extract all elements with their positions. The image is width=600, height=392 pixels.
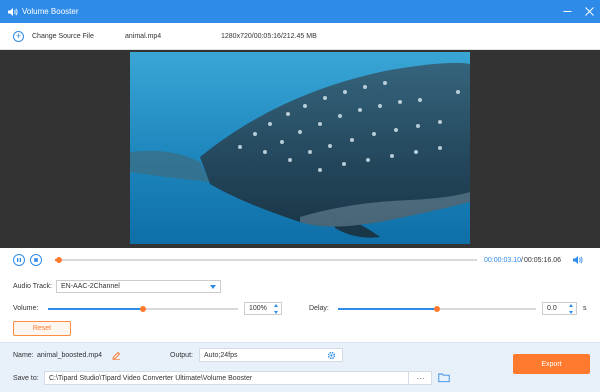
reset-button[interactable]: Reset <box>13 321 71 336</box>
pause-icon[interactable] <box>13 254 25 266</box>
minimize-icon[interactable] <box>562 7 572 17</box>
change-source-button[interactable]: + Change Source File <box>13 30 94 42</box>
volume-slider[interactable] <box>48 306 238 312</box>
name-label: Name: <box>13 352 34 359</box>
delay-value: 0.0 <box>547 305 557 312</box>
whale-shark-frame <box>130 52 470 244</box>
volume-stepper[interactable]: 100% <box>244 302 282 315</box>
audio-track-select[interactable]: EN-AAC-2Channel <box>56 280 221 293</box>
delay-label: Delay: <box>309 305 329 312</box>
progress-bar[interactable] <box>55 257 477 263</box>
audio-track-value: EN-AAC-2Channel <box>61 283 120 290</box>
progress-thumb[interactable] <box>56 257 63 263</box>
folder-icon[interactable] <box>438 372 450 383</box>
delay-slider-thumb[interactable] <box>434 306 440 312</box>
volume-label: Volume: <box>13 305 39 312</box>
browse-button[interactable]: ··· <box>408 372 432 384</box>
speaker-icon <box>6 6 18 18</box>
delay-spin[interactable] <box>568 304 574 314</box>
output-format-field[interactable]: Auto;24fps <box>199 348 343 362</box>
volume-spin[interactable] <box>273 304 279 314</box>
change-source-label: Change Source File <box>32 32 94 40</box>
preview-area <box>0 50 600 248</box>
edit-icon[interactable] <box>112 351 121 360</box>
output-label: Output: <box>170 352 193 359</box>
delay-slider[interactable] <box>338 306 536 312</box>
title-bar: Volume Booster <box>0 0 600 23</box>
volume-slider-thumb[interactable] <box>140 306 146 312</box>
plus-icon: + <box>13 30 24 42</box>
output-bar: Name: animal_boosted.mp4 Output: Auto;24… <box>0 342 600 392</box>
stop-icon[interactable] <box>30 254 42 266</box>
toolbar: + Change Source File animal.mp4 1280x720… <box>0 23 600 50</box>
close-icon[interactable] <box>584 7 594 17</box>
volume-slider-fill <box>48 308 143 310</box>
delay-unit: s <box>583 305 587 312</box>
delay-stepper[interactable]: 0.0 <box>542 302 577 315</box>
audio-track-label: Audio Track: <box>13 283 52 290</box>
delay-slider-fill <box>338 308 437 310</box>
window-title: Volume Booster <box>22 7 79 16</box>
source-file-name: animal.mp4 <box>125 32 162 40</box>
gear-icon[interactable] <box>327 351 336 360</box>
save-path-value: C:\Tipard Studio\Tipard Video Converter … <box>49 374 253 382</box>
chevron-down-icon <box>210 285 216 289</box>
time-separator: / <box>521 257 523 264</box>
audio-settings: Audio Track: EN-AAC-2Channel Volume: 100… <box>0 272 600 342</box>
current-time: 00:00:03.10 <box>484 257 521 264</box>
volume-value: 100% <box>249 305 267 312</box>
total-time: 00:05:16.06 <box>524 257 561 264</box>
volume-icon[interactable] <box>572 255 583 265</box>
export-button[interactable]: Export <box>513 354 590 374</box>
output-file-name: animal_boosted.mp4 <box>37 352 102 359</box>
output-format-value: Auto;24fps <box>204 351 238 359</box>
playback-controls: 00:00:03.10 / 00:05:16.06 <box>0 248 600 272</box>
video-preview[interactable] <box>130 52 470 244</box>
save-path-field[interactable]: C:\Tipard Studio\Tipard Video Converter … <box>44 371 432 385</box>
source-file-info: 1280x720/00:05:16/212.45 MB <box>221 32 317 40</box>
save-to-label: Save to: <box>13 375 39 382</box>
